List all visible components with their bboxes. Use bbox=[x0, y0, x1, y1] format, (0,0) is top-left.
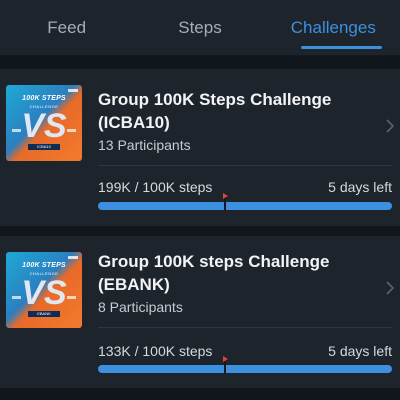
days-left-text: 5 days left bbox=[328, 179, 392, 195]
tab-bar: Feed Steps Challenges bbox=[0, 0, 400, 56]
thumbnail-logo-right bbox=[67, 129, 76, 132]
progress-fill bbox=[98, 202, 392, 210]
challenge-thumbnail: 100K STEPS CHALLENGE VS ICBA10 bbox=[6, 85, 82, 161]
tab-feed-label: Feed bbox=[47, 18, 87, 37]
progress-bar bbox=[98, 356, 392, 373]
days-left-text: 5 days left bbox=[328, 343, 392, 359]
participants-count: 8 Participants bbox=[98, 299, 183, 315]
thumbnail-brand-mark bbox=[68, 89, 78, 92]
thumbnail-brand-mark bbox=[68, 256, 78, 259]
chevron-right-icon[interactable] bbox=[384, 118, 396, 134]
thumbnail-tag: EBANK bbox=[28, 311, 60, 317]
steps-progress-text: 199K / 100K steps bbox=[98, 179, 213, 195]
divider bbox=[98, 165, 392, 166]
steps-progress-text: 133K / 100K steps bbox=[98, 343, 213, 359]
challenge-thumbnail: 100K STEPS CHALLENGE VS EBANK bbox=[6, 252, 82, 328]
challenge-title: Group 100K steps Challenge (EBANK) bbox=[98, 252, 330, 294]
active-tab-indicator bbox=[300, 46, 382, 49]
tab-challenges[interactable]: Challenges bbox=[267, 0, 400, 55]
thumbnail-vs: VS bbox=[21, 274, 67, 312]
challenge-card[interactable]: 100K STEPS CHALLENGE VS EBANK Group 100K… bbox=[0, 236, 400, 388]
thumbnail-logo-right bbox=[67, 296, 76, 299]
thumbnail-logo-left bbox=[12, 129, 21, 132]
chevron-right-icon[interactable] bbox=[384, 280, 396, 296]
challenge-card[interactable]: 100K STEPS CHALLENGE VS ICBA10 Group 100… bbox=[0, 69, 400, 226]
challenge-title: Group 100K Steps Challenge (ICBA10) bbox=[98, 90, 332, 132]
thumbnail-logo-left bbox=[12, 296, 21, 299]
thumbnail-tag: ICBA10 bbox=[28, 144, 60, 150]
tab-steps-label: Steps bbox=[178, 18, 222, 37]
tab-steps[interactable]: Steps bbox=[133, 0, 266, 55]
thumbnail-title: 100K STEPS bbox=[22, 95, 66, 102]
flag-icon bbox=[223, 193, 228, 199]
thumbnail-title: 100K STEPS bbox=[22, 262, 66, 269]
tab-challenges-label: Challenges bbox=[290, 18, 376, 37]
tab-feed[interactable]: Feed bbox=[0, 0, 133, 55]
progress-fill bbox=[98, 365, 392, 373]
flag-icon bbox=[223, 356, 228, 362]
thumbnail-vs: VS bbox=[21, 107, 67, 145]
divider bbox=[98, 327, 392, 328]
participants-count: 13 Participants bbox=[98, 137, 191, 153]
progress-bar bbox=[98, 193, 392, 210]
